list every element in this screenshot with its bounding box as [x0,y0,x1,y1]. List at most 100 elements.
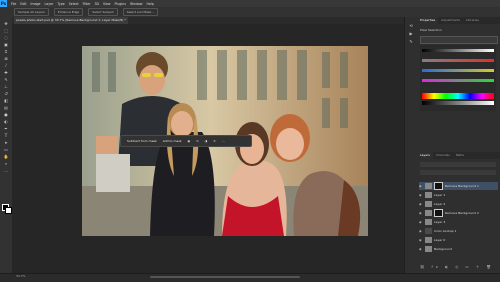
layer-mask-thumbnail[interactable] [434,182,443,190]
layer-row[interactable]: ◉ Layer 0 [419,236,498,244]
layer-row[interactable]: ◉ Background [419,245,498,253]
visibility-eye-icon[interactable]: ◉ [419,193,423,197]
properties-label: Pixel Selection [420,28,442,32]
visibility-eye-icon[interactable]: ◉ [419,238,423,242]
layer-name: Layer 2 [434,202,446,206]
tab-paths[interactable]: Paths [453,152,467,159]
layers-tabs: Layers Channels Paths [417,152,500,159]
visibility-eye-icon[interactable]: ◉ [419,220,423,224]
brush-tool-icon[interactable]: ✎ [3,77,9,82]
more-tools-icon[interactable]: … [3,168,9,173]
dodge-tool-icon[interactable]: ◐ [3,119,9,124]
pen-tool-icon[interactable]: ✒ [3,126,9,131]
menu-bar: Ps File Edit Image Layer Type Select Fil… [0,0,500,7]
menu-plugins[interactable]: Plugins [115,2,126,6]
visibility-eye-icon[interactable]: ◉ [419,247,423,251]
actions-panel-icon[interactable]: ▶ [408,31,414,36]
brush-panel-icon[interactable]: ✎ [408,39,414,44]
layers-footer-icons[interactable]: ⛓ fx ◐ ◎ ▭ ＋ 🗑 [420,265,496,271]
layer-name: Background [434,247,452,251]
layer-filter-bar[interactable] [420,162,496,167]
menu-select[interactable]: Select [69,2,79,6]
sample-all-layers-option[interactable]: Sample All Layers [14,8,49,16]
layer-name: Color Lookup 1 [434,229,457,233]
move-tool-icon[interactable]: ✥ [3,21,9,26]
layer-row[interactable]: ◉ Color Lookup 1 [419,227,498,235]
blur-tool-icon[interactable]: ● [3,112,9,117]
properties-field[interactable] [420,36,498,44]
layer-thumbnail [425,228,432,234]
more-options-icon[interactable]: ⋯ [219,139,228,143]
layer-row[interactable]: ◉ Layer 3 [419,218,498,226]
hand-tool-icon[interactable]: ✋ [3,154,9,159]
horizontal-scrollbar[interactable] [150,276,300,278]
visibility-eye-icon[interactable]: ◉ [419,229,423,233]
feather-icon[interactable]: ⊙ [193,139,202,143]
right-panels: Properties Adjustments Libraries Pixel S… [417,17,500,273]
layer-name: Layer 3 [434,220,446,224]
color-spectrum[interactable] [422,93,494,99]
type-tool-icon[interactable]: T [3,133,9,138]
object-selection-tool-icon[interactable]: ▣ [3,42,9,47]
visibility-eye-icon[interactable]: ◉ [419,184,423,188]
healing-brush-icon[interactable]: ✚ [3,70,9,75]
temperature-slider[interactable] [422,69,494,72]
tab-libraries[interactable]: Libraries [463,17,482,24]
menu-type[interactable]: Type [57,2,64,6]
layer-thumbnail [425,237,432,243]
gradient-tool-icon[interactable]: ▤ [3,105,9,110]
menu-edit[interactable]: Edit [20,2,26,6]
brush-settings-icon[interactable]: ◉ [185,139,194,143]
layer-row[interactable]: ◉ Remove Background 2 [419,209,498,217]
layer-row[interactable]: ◉ Remove Background 1 [419,182,498,190]
eraser-tool-icon[interactable]: ◧ [3,98,9,103]
layer-name: Layer 0 [434,238,446,242]
zoom-tool-icon[interactable]: ⌕ [3,161,9,166]
enhance-edge-option[interactable]: Enhance Edge [53,8,84,16]
add-to-mask-button[interactable]: Add to mask [160,139,185,143]
layer-row[interactable]: ◉ Layer 1 [419,191,498,199]
lasso-tool-icon[interactable]: ◌ [3,35,9,40]
tab-channels[interactable]: Channels [433,152,453,159]
document-tab[interactable]: pexels-photo-start.psd @ 33.7% (Remove B… [14,17,128,24]
select-subject-button[interactable]: Select Subject [88,8,118,16]
layer-thumbnail [425,219,432,225]
grayscale-ramp[interactable] [422,101,494,105]
rectangle-tool-icon[interactable]: ▭ [3,147,9,152]
menu-view[interactable]: View [103,2,111,6]
select-and-mask-button[interactable]: Select and Mask... [122,8,159,16]
menu-3d[interactable]: 3D [94,2,98,6]
subtract-from-mask-button[interactable]: Subtract from mask [124,139,160,143]
history-panel-icon[interactable]: ⟲ [408,23,414,28]
visibility-eye-icon[interactable]: ◉ [419,202,423,206]
path-selection-icon[interactable]: ➤ [3,140,9,145]
layer-thumbnail [425,183,432,189]
tab-properties[interactable]: Properties [417,17,439,24]
saturation-slider[interactable] [422,59,494,62]
app-logo: Ps [0,0,7,7]
menu-image[interactable]: Image [31,2,41,6]
invert-icon[interactable]: ◑ [202,139,211,143]
background-color-swatch[interactable] [5,207,12,214]
menu-file[interactable]: File [11,2,16,6]
menu-layer[interactable]: Layer [45,2,54,6]
frame-tool-icon[interactable]: ⊠ [3,56,9,61]
marquee-tool-icon[interactable]: ⬚ [3,28,9,33]
visibility-eye-icon[interactable]: ◉ [419,211,423,215]
tab-adjustments[interactable]: Adjustments [438,17,463,24]
eyedropper-tool-icon[interactable]: ⁄ [3,63,9,68]
brightness-slider[interactable] [422,49,494,52]
close-icon[interactable]: ✕ [210,139,219,143]
layer-mask-thumbnail[interactable] [434,209,443,217]
tab-layers[interactable]: Layers [417,152,433,159]
history-brush-icon[interactable]: ↺ [3,91,9,96]
menu-filter[interactable]: Filter [83,2,91,6]
menu-window[interactable]: Window [130,2,143,6]
blend-mode-bar[interactable] [420,170,496,175]
layer-thumbnail [425,210,432,216]
crop-tool-icon[interactable]: ⌗ [3,49,9,54]
menu-help[interactable]: Help [147,2,154,6]
tint-slider[interactable] [422,79,494,82]
layer-row[interactable]: ◉ Layer 2 [419,200,498,208]
clone-stamp-icon[interactable]: ⊥ [3,84,9,89]
